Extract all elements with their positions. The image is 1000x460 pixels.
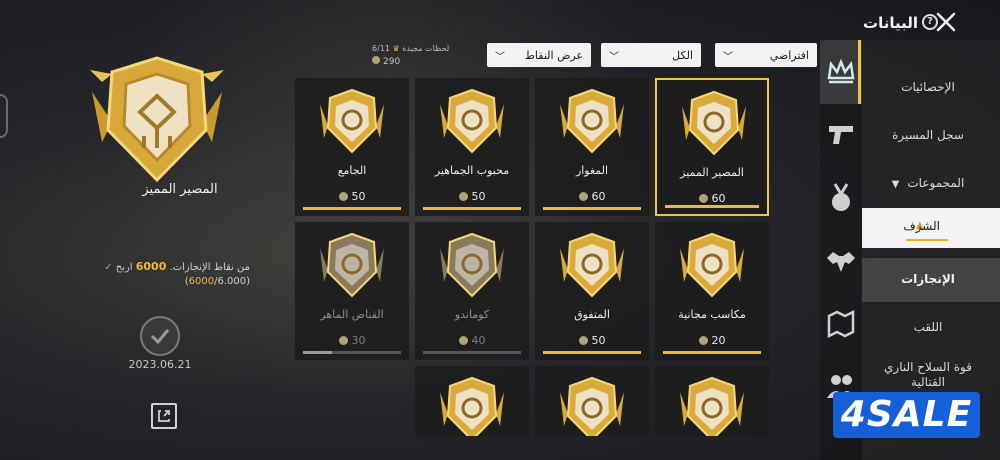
menu-item-career[interactable]: سجل المسيرة <box>866 128 990 142</box>
coin-icon <box>698 194 708 203</box>
close-x-icon <box>936 12 956 32</box>
achievement-card[interactable]: الجامع 50 <box>295 78 409 216</box>
menu-item-stats[interactable]: الإحصائيات <box>866 80 990 94</box>
achievement-title: مكاسب مجانية <box>678 308 746 321</box>
achievement-title: المصير المميز <box>680 166 744 179</box>
achievement-badge-icon <box>434 86 510 156</box>
achievement-points: 50 <box>415 190 529 203</box>
menu-item-title[interactable]: اللقب <box>866 320 990 334</box>
achievement-card[interactable]: المتفوق 50 <box>535 222 649 360</box>
menu-item-achievements[interactable]: الإنجازات <box>866 272 990 286</box>
achievement-badge-icon <box>314 230 390 300</box>
achievement-progress-bar <box>543 351 641 354</box>
achievement-points: 60 <box>535 190 649 203</box>
achievement-progress-bar <box>303 207 401 210</box>
category-filter-dropdown[interactable]: ﹀ الكل <box>601 43 701 67</box>
coin-icon <box>578 192 588 201</box>
achievement-points: 50 <box>535 334 649 347</box>
share-button[interactable] <box>151 403 177 429</box>
achievement-points: 50 <box>295 190 409 203</box>
pistol-icon[interactable] <box>823 116 859 152</box>
achievement-progress-bar <box>543 207 641 210</box>
achievement-card[interactable] <box>415 366 529 436</box>
achievement-title: كوماندو <box>454 308 490 321</box>
achievement-progress-bar <box>423 207 521 210</box>
achievement-badge-icon <box>434 374 510 436</box>
achievement-badge-icon <box>554 374 630 436</box>
achievement-card[interactable]: كوماندو 40 <box>415 222 529 360</box>
achievement-card[interactable]: محبوب الجماهير 50 <box>415 78 529 216</box>
achievement-card[interactable]: المصير المميز 60 <box>655 78 769 216</box>
coin-icon <box>458 336 468 345</box>
achievement-badge-icon <box>674 230 750 300</box>
close-button[interactable] <box>934 10 958 34</box>
achievement-card[interactable]: القناص الماهر 30 <box>295 222 409 360</box>
selected-underline <box>906 239 948 241</box>
achievement-badge-icon <box>554 86 630 156</box>
achievement-card[interactable]: مكاسب مجانية 20 <box>655 222 769 360</box>
collection-points: 290 <box>372 56 400 67</box>
achievement-badge-icon <box>676 88 752 158</box>
coin-icon <box>338 192 348 201</box>
sort-dropdown[interactable]: ﹀ افتراضي <box>715 43 817 67</box>
watermark-logo: 4SALE <box>833 392 980 438</box>
completion-date: 2023.06.21 <box>128 358 192 371</box>
check-icon: ✓ <box>104 262 113 273</box>
achievement-title: الجامع <box>337 164 367 177</box>
coin-icon <box>578 336 588 345</box>
chevron-down-icon: ﹀ <box>723 51 733 63</box>
page-title: البيانات <box>863 14 918 32</box>
achievement-title: المتفوق <box>574 308 610 321</box>
achievement-card[interactable]: المغوار 60 <box>535 78 649 216</box>
achievement-badge-icon <box>314 86 390 156</box>
achievement-progress-bar <box>663 351 761 354</box>
caret-down-icon: ▼ <box>891 179 900 190</box>
medal-icon[interactable] <box>823 180 859 216</box>
coin-icon <box>338 336 348 345</box>
progress-description: ✓ من نقاط الإنجازات. 6000 اربح <box>104 260 250 273</box>
collection-count: لحظات مجيدة ♛ 6/11 <box>372 44 450 53</box>
achievement-card[interactable] <box>535 366 649 436</box>
achievement-points: 30 <box>295 334 409 347</box>
coin-icon <box>372 56 380 64</box>
menu-item-honor[interactable]: ▲ الشرف <box>862 208 1000 248</box>
chevron-down-icon: ﹀ <box>495 51 505 63</box>
coin-icon <box>698 336 708 345</box>
achievement-card[interactable] <box>655 366 769 436</box>
muscle-icon[interactable] <box>823 242 859 278</box>
achievement-progress-bar <box>665 205 759 208</box>
featured-achievement-badge <box>82 52 232 192</box>
completed-seal-icon <box>140 316 180 356</box>
menu-item-groups[interactable]: ▼ المجموعات <box>866 176 990 190</box>
achievement-progress-bar <box>423 351 521 354</box>
menu-item-firepower[interactable]: قوة السلاح الناري القتالية <box>866 360 990 390</box>
featured-achievement-name: المصير المميز <box>142 182 218 197</box>
achievement-progress-bar <box>303 351 401 354</box>
achievement-points: 20 <box>655 334 769 347</box>
achievement-title: المغوار <box>575 164 609 177</box>
progress-count: (6000/6.000) <box>184 276 250 287</box>
share-icon <box>158 410 170 422</box>
coin-icon <box>458 192 468 201</box>
achievement-badge-icon <box>674 374 750 436</box>
crown-icon[interactable] <box>823 54 859 90</box>
achievement-title: محبوب الجماهير <box>434 164 510 177</box>
map-icon[interactable] <box>823 306 859 342</box>
achievement-badge-icon <box>554 230 630 300</box>
crown-icon: ♛ <box>392 44 400 53</box>
achievement-points: 60 <box>657 192 767 205</box>
points-view-dropdown[interactable]: ﹀ عرض النقاط <box>487 43 591 67</box>
achievement-points: 40 <box>415 334 529 347</box>
left-edge-tab[interactable] <box>0 94 8 138</box>
chevron-down-icon: ﹀ <box>609 51 619 63</box>
achievement-badge-icon <box>434 230 510 300</box>
achievement-title: القناص الماهر <box>320 308 384 321</box>
